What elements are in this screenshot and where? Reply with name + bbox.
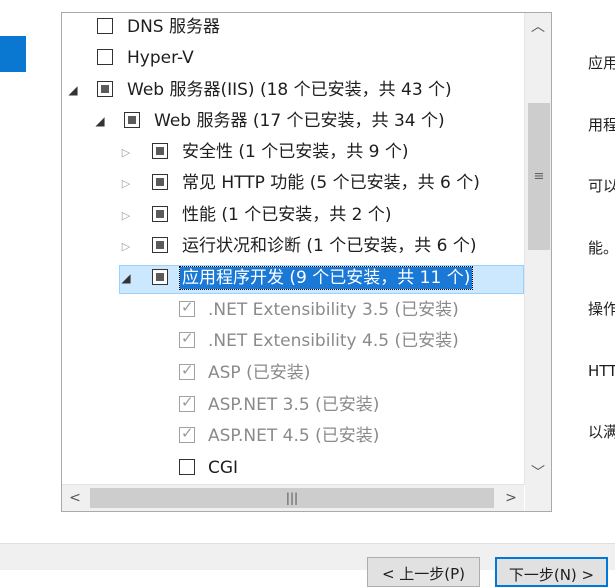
checkbox[interactable] <box>97 49 113 65</box>
tree-item-label: 安全性 (1 个已安装，共 9 个) <box>182 142 409 162</box>
horizontal-scrollbar[interactable]: < ||| > <box>62 484 524 511</box>
tree-item-label: 运行状况和诊断 (1 个已安装，共 6 个) <box>182 236 477 256</box>
scroll-right-icon[interactable]: > <box>498 485 524 511</box>
collapsed-arrow-icon[interactable]: ▷ <box>119 145 133 159</box>
roles-tree[interactable]: DNS 服务器 Hyper-V ◢ Web 服务器(IIS) (18 个已安装，… <box>61 12 552 512</box>
previous-button[interactable]: < 上一步(P) <box>367 557 480 587</box>
scroll-thumb[interactable]: ||| <box>90 488 494 508</box>
tree-item-web-server-iis[interactable]: ◢ Web 服务器(IIS) (18 个已安装，共 43 个) <box>62 75 522 105</box>
checkbox <box>179 329 195 348</box>
description-line: 可以 <box>588 177 615 195</box>
tree-item-common-http[interactable]: ▷ 常见 HTTP 功能 (5 个已安装，共 6 个) <box>62 168 522 198</box>
tree-item-label: Hyper-V <box>127 48 194 68</box>
description-panel: 应用 用程 可以 能。 操作 HTT 以满 <box>588 12 615 463</box>
tree-item-label: 性能 (1 个已安装，共 2 个) <box>182 205 392 225</box>
tree-item-label: Web 服务器(IIS) (18 个已安装，共 43 个) <box>127 80 452 100</box>
scroll-corner <box>525 485 551 511</box>
checkbox[interactable] <box>97 18 113 34</box>
checkbox[interactable] <box>179 459 195 475</box>
tree-item-net-ext-35[interactable]: .NET Extensibility 3.5 (已安装) <box>62 295 522 325</box>
tree-item-label: ASP.NET 4.5 (已安装) <box>208 426 380 446</box>
tree-item-health-diagnostics[interactable]: ▷ 运行状况和诊断 (1 个已安装，共 6 个) <box>62 231 522 261</box>
tree-item-aspnet-45[interactable]: ASP.NET 4.5 (已安装) <box>62 421 522 451</box>
checkbox <box>179 424 195 443</box>
checkbox[interactable] <box>152 206 168 222</box>
tree-item-label: DNS 服务器 <box>127 17 221 37</box>
scroll-down-icon[interactable]: ﹀ <box>525 459 551 485</box>
description-line: 应用 <box>588 54 615 72</box>
vertical-scrollbar[interactable]: ︿ ≡ ﹀ <box>524 13 551 485</box>
tree-item-dns-server[interactable]: DNS 服务器 <box>62 13 522 42</box>
checkbox[interactable] <box>152 269 168 285</box>
scroll-thumb[interactable]: ≡ <box>528 103 550 250</box>
description-line: 以满 <box>588 423 615 441</box>
scroll-left-icon[interactable]: < <box>62 485 88 511</box>
tree-item-label: ASP (已安装) <box>208 363 311 383</box>
checkbox[interactable] <box>97 81 113 97</box>
collapsed-arrow-icon[interactable]: ▷ <box>119 208 133 222</box>
tree-item-cgi[interactable]: CGI <box>62 453 522 483</box>
scroll-up-icon[interactable]: ︿ <box>525 13 551 39</box>
checkbox[interactable] <box>124 112 140 128</box>
tree-item-label: Web 服务器 (17 个已安装，共 34 个) <box>154 111 445 131</box>
tree-item-aspnet-35[interactable]: ASP.NET 3.5 (已安装) <box>62 390 522 420</box>
checkbox[interactable] <box>152 237 168 253</box>
tree-item-label: .NET Extensibility 4.5 (已安装) <box>208 331 459 351</box>
tree-item-performance[interactable]: ▷ 性能 (1 个已安装，共 2 个) <box>62 200 522 230</box>
checkbox <box>179 298 195 317</box>
expanded-arrow-icon[interactable]: ◢ <box>119 271 133 285</box>
tree-item-label: ASP.NET 3.5 (已安装) <box>208 395 380 415</box>
tree-item-hyper-v[interactable]: Hyper-V <box>62 43 522 73</box>
description-line: HTT <box>588 361 615 380</box>
description-line: 能。 <box>588 238 615 257</box>
tree-item-asp[interactable]: ASP (已安装) <box>62 358 522 388</box>
checkbox[interactable] <box>152 174 168 190</box>
collapsed-arrow-icon[interactable]: ▷ <box>119 239 133 253</box>
checkbox <box>179 393 195 412</box>
tree-item-app-development[interactable]: ◢ 应用程序开发 (9 个已安装，共 11 个) <box>62 263 522 293</box>
next-button[interactable]: 下一步(N) > <box>495 557 608 587</box>
tree-item-label: 常见 HTTP 功能 (5 个已安装，共 6 个) <box>182 173 480 193</box>
checkbox <box>179 361 195 380</box>
expanded-arrow-icon[interactable]: ◢ <box>93 114 107 128</box>
expanded-arrow-icon[interactable]: ◢ <box>66 83 80 97</box>
description-line: 操作 <box>588 300 615 318</box>
nav-accent-bar <box>0 36 26 72</box>
tree-item-net-ext-45[interactable]: .NET Extensibility 4.5 (已安装) <box>62 326 522 356</box>
tree-item-label: .NET Extensibility 3.5 (已安装) <box>208 300 459 320</box>
checkbox[interactable] <box>152 143 168 159</box>
description-line: 用程 <box>588 115 615 134</box>
collapsed-arrow-icon[interactable]: ▷ <box>119 176 133 190</box>
tree-item-label: 应用程序开发 (9 个已安装，共 11 个) <box>178 266 474 290</box>
tree-item-security[interactable]: ▷ 安全性 (1 个已安装，共 9 个) <box>62 137 522 167</box>
tree-item-label: CGI <box>208 458 239 478</box>
tree-item-web-server[interactable]: ◢ Web 服务器 (17 个已安装，共 34 个) <box>62 106 522 136</box>
